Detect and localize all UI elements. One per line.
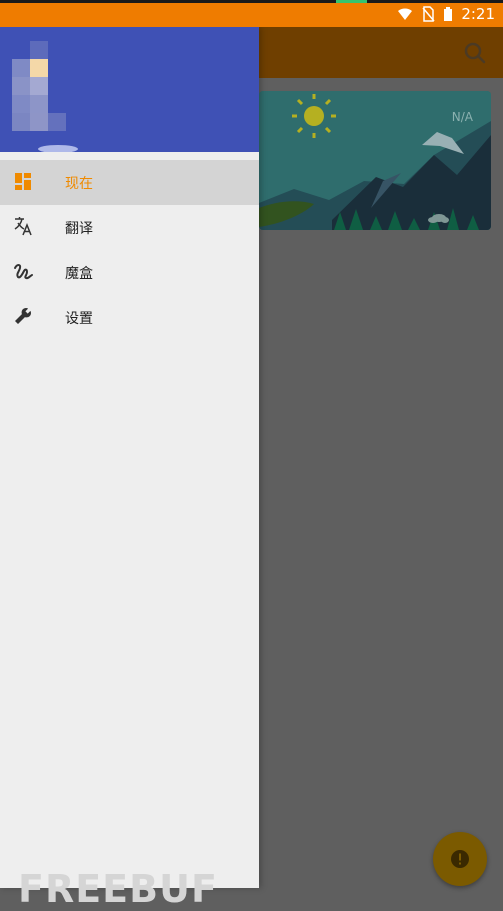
status-green-indicator: [336, 0, 367, 3]
navigation-drawer: 现在 翻译 魔盒 设置 FREEBUF: [0, 27, 259, 911]
watermark: FREEBUF: [18, 867, 218, 911]
translate-icon: [14, 217, 32, 236]
dashboard-icon: [15, 173, 31, 190]
drawer-header: [0, 27, 259, 152]
alert-icon: [451, 850, 469, 868]
gesture-icon: [14, 264, 33, 280]
status-icons: 2:21: [397, 5, 495, 23]
status-top-strip: [0, 0, 503, 3]
weather-card[interactable]: N/A: [259, 91, 491, 230]
drawer-item-now[interactable]: 现在: [0, 160, 259, 205]
drawer-item-translate[interactable]: 翻译: [0, 205, 259, 250]
wrench-icon: [15, 308, 31, 324]
weather-temperature: N/A: [451, 110, 473, 124]
drawer-item-label: 现在: [65, 176, 93, 192]
status-bar: 2:21: [0, 0, 503, 27]
app-bar: [259, 27, 503, 78]
drawer-item-settings[interactable]: 设置: [0, 295, 259, 340]
drawer-item-label: 翻译: [65, 221, 93, 237]
battery-icon: [444, 7, 453, 21]
search-icon[interactable]: [463, 41, 487, 65]
drawer-menu: 现在 翻译 魔盒 设置: [0, 160, 259, 340]
drawer-item-magic-box[interactable]: 魔盒: [0, 250, 259, 295]
drawer-item-label: 设置: [65, 311, 93, 327]
status-time: 2:21: [461, 5, 495, 23]
drawer-item-label: 魔盒: [65, 266, 93, 282]
alert-fab[interactable]: [433, 832, 487, 886]
wifi-icon: [398, 8, 413, 20]
no-sim-icon: [422, 6, 435, 22]
